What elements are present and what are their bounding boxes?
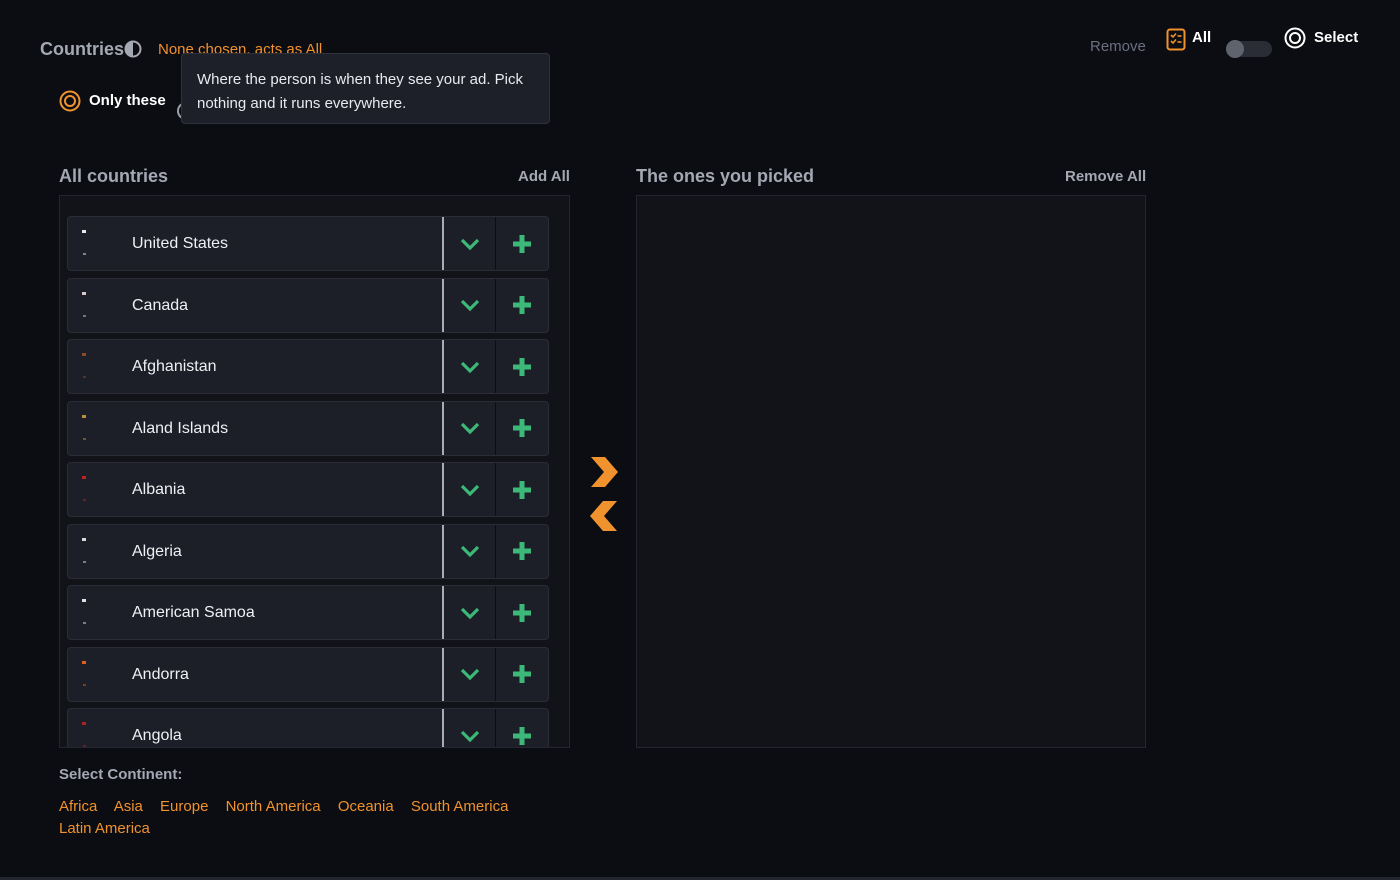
country-name: United States [132,235,229,252]
selected-country-list[interactable] [636,195,1146,748]
plus-icon [513,726,531,745]
flag-icon [82,537,120,567]
only-these-label[interactable]: Only these [89,92,166,109]
only-these-radio-icon[interactable] [59,90,81,112]
add-country-button[interactable] [496,709,548,747]
continent-link[interactable]: Africa [59,798,97,815]
country-row[interactable]: Albania [67,462,549,517]
expand-regions-button[interactable] [444,648,495,701]
country-name: Aland Islands [132,419,229,437]
country-row[interactable]: Algeria [67,523,549,579]
add-country-button[interactable] [496,586,548,639]
flag-icon [82,475,120,505]
continent-link[interactable]: Asia [114,798,143,815]
flag-icon [82,352,120,382]
continent-links: Africa Asia Europe North America Oceania… [59,796,549,840]
plus-icon [513,480,531,499]
chevron-down-icon [460,730,479,742]
expand-regions-button[interactable] [444,586,495,639]
country-name: Canada [132,296,189,314]
country-name: Angola [132,727,182,744]
expand-regions-button[interactable] [444,402,495,455]
country-name: Afghanistan [132,358,217,375]
add-country-button[interactable] [496,340,548,393]
flag-icon [82,291,120,321]
country-row[interactable]: Canada [67,277,549,333]
chevron-down-icon [460,668,479,681]
country-name: American Samoa [132,604,255,621]
country-row[interactable]: Afghanistan [67,339,549,394]
flag-icon [82,229,120,259]
plus-icon [513,296,531,314]
flag-icon [82,414,120,444]
all-mode-label[interactable]: All [1192,29,1211,46]
chevron-down-icon [460,607,479,619]
expand-regions-button[interactable] [444,709,495,747]
plus-icon [513,234,531,253]
chevron-down-icon [460,484,479,496]
flag-icon [82,721,120,747]
continent-label: Select Continent: [59,766,183,783]
chevron-down-icon [460,238,479,250]
checklist-icon [1166,28,1186,51]
continent-link[interactable]: North America [226,798,321,815]
add-country-button[interactable] [496,217,548,270]
remove-button[interactable]: Remove [1090,38,1146,55]
country-name: Algeria [132,542,182,560]
country-row[interactable]: Andorra [67,646,549,702]
add-country-button[interactable] [496,648,548,701]
add-all-button[interactable]: Add All [518,168,570,185]
plus-icon [513,419,531,437]
plus-icon [513,542,531,560]
continent-link[interactable]: South America [411,798,509,815]
available-country-list[interactable]: United States Canada Afghanistan Aland Isla… [59,195,570,748]
country-name: Albania [132,481,186,498]
country-row[interactable]: Aland Islands [67,400,549,456]
country-row[interactable]: Angola [67,708,549,747]
chevron-right-icon[interactable] [589,455,619,489]
country-name: Andorra [132,665,189,683]
expand-regions-button[interactable] [444,340,495,393]
chevron-left-icon[interactable] [589,499,619,533]
select-mode-label[interactable]: Select [1314,29,1358,46]
chevron-down-icon [460,422,479,435]
chevron-down-icon [460,299,479,312]
continent-link[interactable]: Oceania [338,798,394,815]
toggle-knob[interactable] [1226,40,1244,58]
add-country-button[interactable] [496,402,548,455]
expand-regions-button[interactable] [444,463,495,516]
select-radio-icon[interactable] [1284,27,1306,49]
half-moon-icon[interactable] [124,40,142,58]
add-country-button[interactable] [496,279,548,332]
country-row[interactable]: American Samoa [67,585,549,640]
expand-regions-button[interactable] [444,279,495,332]
chevron-down-icon [460,361,479,373]
expand-regions-button[interactable] [444,525,495,578]
chevron-down-icon [460,545,479,558]
available-list-title: All countries [59,166,169,186]
remove-all-button[interactable]: Remove All [1065,168,1146,185]
plus-icon [513,603,531,622]
continent-link[interactable]: Europe [160,798,208,815]
expand-regions-button[interactable] [444,217,495,270]
flag-icon [82,598,120,628]
flag-icon [82,660,120,690]
plus-icon [513,357,531,376]
continent-link[interactable]: Latin America [59,820,150,837]
plus-icon [513,665,531,683]
selected-list-title: The ones you picked [636,166,815,186]
add-country-button[interactable] [496,463,548,516]
section-title: Countries [40,39,125,59]
help-tooltip: Where the person is when they see your a… [181,53,550,124]
country-row[interactable]: United States [67,216,549,271]
add-country-button[interactable] [496,525,548,578]
